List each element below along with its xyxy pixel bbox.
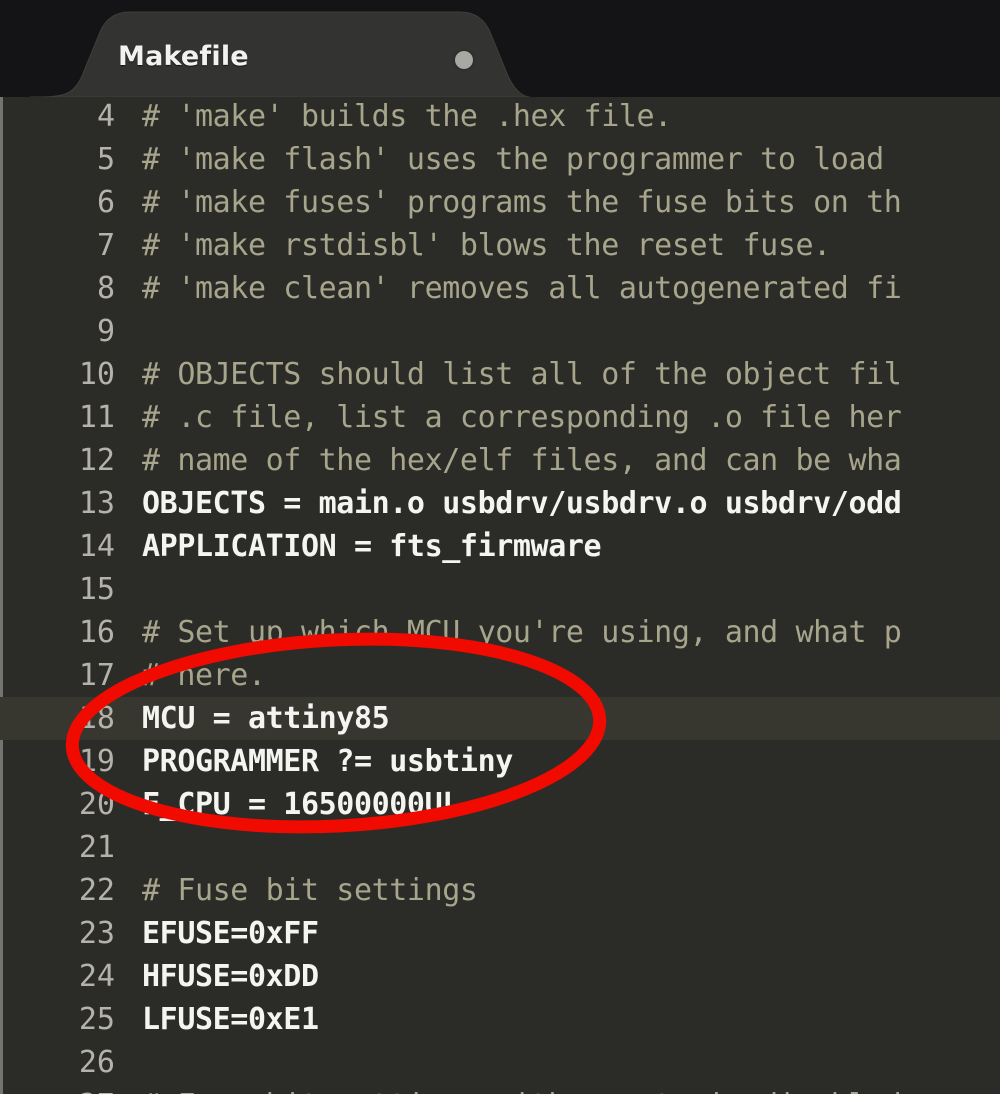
line-number: 26 [78, 1045, 115, 1080]
line-number: 22 [78, 873, 115, 908]
line-text: PROGRAMMER ?= usbtiny [142, 744, 513, 779]
code-line-13[interactable]: 13 OBJECTS = main.o usbdrv/usbdrv.o usbdr… [0, 482, 1000, 525]
code-line-12[interactable]: 12 # name of the hex/elf files, and can b… [0, 439, 1000, 482]
code-line-15[interactable]: 15 [0, 568, 1000, 611]
line-text: # .c file, list a corresponding .o file … [142, 400, 902, 435]
line-number: 13 [78, 486, 115, 521]
line-number: 8 [96, 271, 115, 306]
line-number: 6 [96, 185, 115, 220]
line-number: 10 [78, 357, 115, 392]
code-line-17[interactable]: 17 # here. [0, 654, 1000, 697]
code-line-9[interactable]: 9 [0, 310, 1000, 353]
line-text: OBJECTS = main.o usbdrv/usbdrv.o usbdrv/… [142, 486, 902, 521]
line-number: 20 [78, 787, 115, 822]
tab-makefile[interactable]: Makefile [30, 10, 530, 97]
line-text: # Fuse bit settings with reset pin disab… [142, 1084, 902, 1094]
line-text: EFUSE=0xFF [142, 916, 319, 951]
code-line-8[interactable]: 8 # 'make clean' removes all autogenerate… [0, 267, 1000, 310]
code-line-16[interactable]: 16 # Set up which MCU you're using, and w… [0, 611, 1000, 654]
line-text: # here. [142, 658, 266, 693]
tab-shape [30, 11, 530, 97]
line-text: # 'make fuses' programs the fuse bits on… [142, 185, 902, 220]
line-number: 14 [78, 529, 115, 564]
code-line-26[interactable]: 26 [0, 1041, 1000, 1084]
filled-circle-icon[interactable] [455, 51, 473, 69]
line-text: APPLICATION = fts_firmware [142, 529, 602, 564]
line-number: 7 [96, 228, 115, 263]
code-line-20[interactable]: 20 F_CPU = 16500000UL [0, 783, 1000, 826]
tab-bar: Makefile [0, 0, 1000, 97]
line-number: 9 [96, 314, 115, 349]
editor-window: Makefile 4 # 'make' builds the .hex file.… [0, 0, 1000, 1094]
line-text: # 'make clean' removes all autogenerated… [142, 271, 902, 306]
line-number: 11 [78, 400, 115, 435]
code-line-11[interactable]: 11 # .c file, list a corresponding .o fil… [0, 396, 1000, 439]
code-line-5[interactable]: 5 # 'make flash' uses the programmer to l… [0, 138, 1000, 181]
line-number: 24 [78, 959, 115, 994]
line-number: 21 [78, 830, 115, 865]
code-line-6[interactable]: 6 # 'make fuses' programs the fuse bits o… [0, 181, 1000, 224]
line-number: 18 [78, 701, 115, 736]
code-line-21[interactable]: 21 [0, 826, 1000, 869]
code-line-7[interactable]: 7 # 'make rstdisbl' blows the reset fuse. [0, 224, 1000, 267]
line-number: 4 [96, 99, 115, 134]
code-editor[interactable]: 4 # 'make' builds the .hex file. 5 # 'make … [0, 97, 1000, 1094]
code-line-10[interactable]: 10 # OBJECTS should list all of the objec… [0, 353, 1000, 396]
line-text: F_CPU = 16500000UL [142, 787, 460, 822]
code-line-22[interactable]: 22 # Fuse bit settings [0, 869, 1000, 912]
code-line-27[interactable]: 27 # Fuse bit settings with reset pin dis… [0, 1084, 1000, 1094]
code-line-18[interactable]: 18 MCU = attiny85 [0, 697, 1000, 740]
line-text: # 'make' builds the .hex file. [142, 99, 672, 134]
line-text: HFUSE=0xDD [142, 959, 319, 994]
line-number: 15 [78, 572, 115, 607]
tab-label: Makefile [118, 41, 249, 72]
line-text: MCU = attiny85 [142, 701, 390, 736]
line-number: 17 [78, 658, 115, 693]
line-number: 27 [0, 1084, 115, 1094]
line-number: 16 [78, 615, 115, 650]
code-line-4[interactable]: 4 # 'make' builds the .hex file. [0, 97, 1000, 138]
code-surface[interactable]: 4 # 'make' builds the .hex file. 5 # 'make … [0, 97, 1000, 1094]
code-line-25[interactable]: 25 LFUSE=0xE1 [0, 998, 1000, 1041]
line-number: 19 [78, 744, 115, 779]
line-text: LFUSE=0xE1 [142, 1002, 319, 1037]
code-line-19[interactable]: 19 PROGRAMMER ?= usbtiny [0, 740, 1000, 783]
line-text: # 'make flash' uses the programmer to lo… [142, 142, 884, 177]
line-text: # name of the hex/elf files, and can be … [142, 443, 902, 478]
code-line-14[interactable]: 14 APPLICATION = fts_firmware [0, 525, 1000, 568]
line-number: 12 [78, 443, 115, 478]
line-number: 25 [78, 1002, 115, 1037]
line-text: # Set up which MCU you're using, and wha… [142, 615, 902, 650]
line-text: # 'make rstdisbl' blows the reset fuse. [142, 228, 831, 263]
code-line-23[interactable]: 23 EFUSE=0xFF [0, 912, 1000, 955]
line-number: 23 [78, 916, 115, 951]
line-text: # OBJECTS should list all of the object … [142, 357, 902, 392]
line-number: 5 [96, 142, 115, 177]
line-text: # Fuse bit settings [142, 873, 478, 908]
code-line-24[interactable]: 24 HFUSE=0xDD [0, 955, 1000, 998]
